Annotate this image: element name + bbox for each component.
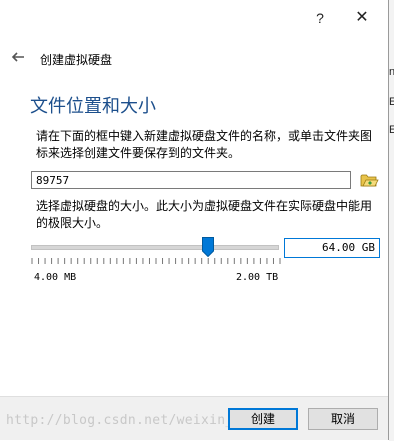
location-description: 请在下面的框中键入新建虚拟硬盘文件的名称，或单击文件夹图标来选择创建文件要保存到… — [36, 129, 373, 160]
background-window-char: n — [389, 66, 394, 78]
disk-size-slider-track[interactable] — [31, 245, 279, 250]
slider-min-label: 4.00 MB — [34, 272, 77, 283]
file-location-input[interactable]: 89757 — [31, 171, 351, 189]
disk-size-input[interactable]: 64.00 GB — [284, 238, 380, 258]
help-button[interactable]: ? — [308, 6, 332, 30]
create-button[interactable]: 创建 — [228, 408, 298, 430]
page-title: 文件位置和大小 — [30, 96, 156, 117]
close-button[interactable]: ✕ — [350, 6, 374, 30]
disk-size-slider-handle[interactable] — [202, 237, 215, 257]
dialog-header-title: 创建虚拟硬盘 — [40, 53, 113, 67]
background-window-char: E — [389, 96, 394, 108]
slider-ticks — [31, 258, 281, 264]
slider-max-label: 2.00 TB — [236, 272, 279, 283]
cancel-button[interactable]: 取消 — [308, 408, 378, 430]
background-window-char: E — [389, 124, 394, 136]
back-arrow-icon[interactable] — [10, 49, 26, 65]
create-virtual-disk-dialog: ? ✕ 创建虚拟硬盘 文件位置和大小 请在下面的框中键入新建虚拟硬盘文件的名称，… — [0, 0, 389, 440]
folder-icon[interactable] — [359, 170, 379, 190]
size-description: 选择虚拟硬盘的大小。此大小为虚拟硬盘文件在实际硬盘中能用的极限大小。 — [36, 199, 373, 230]
